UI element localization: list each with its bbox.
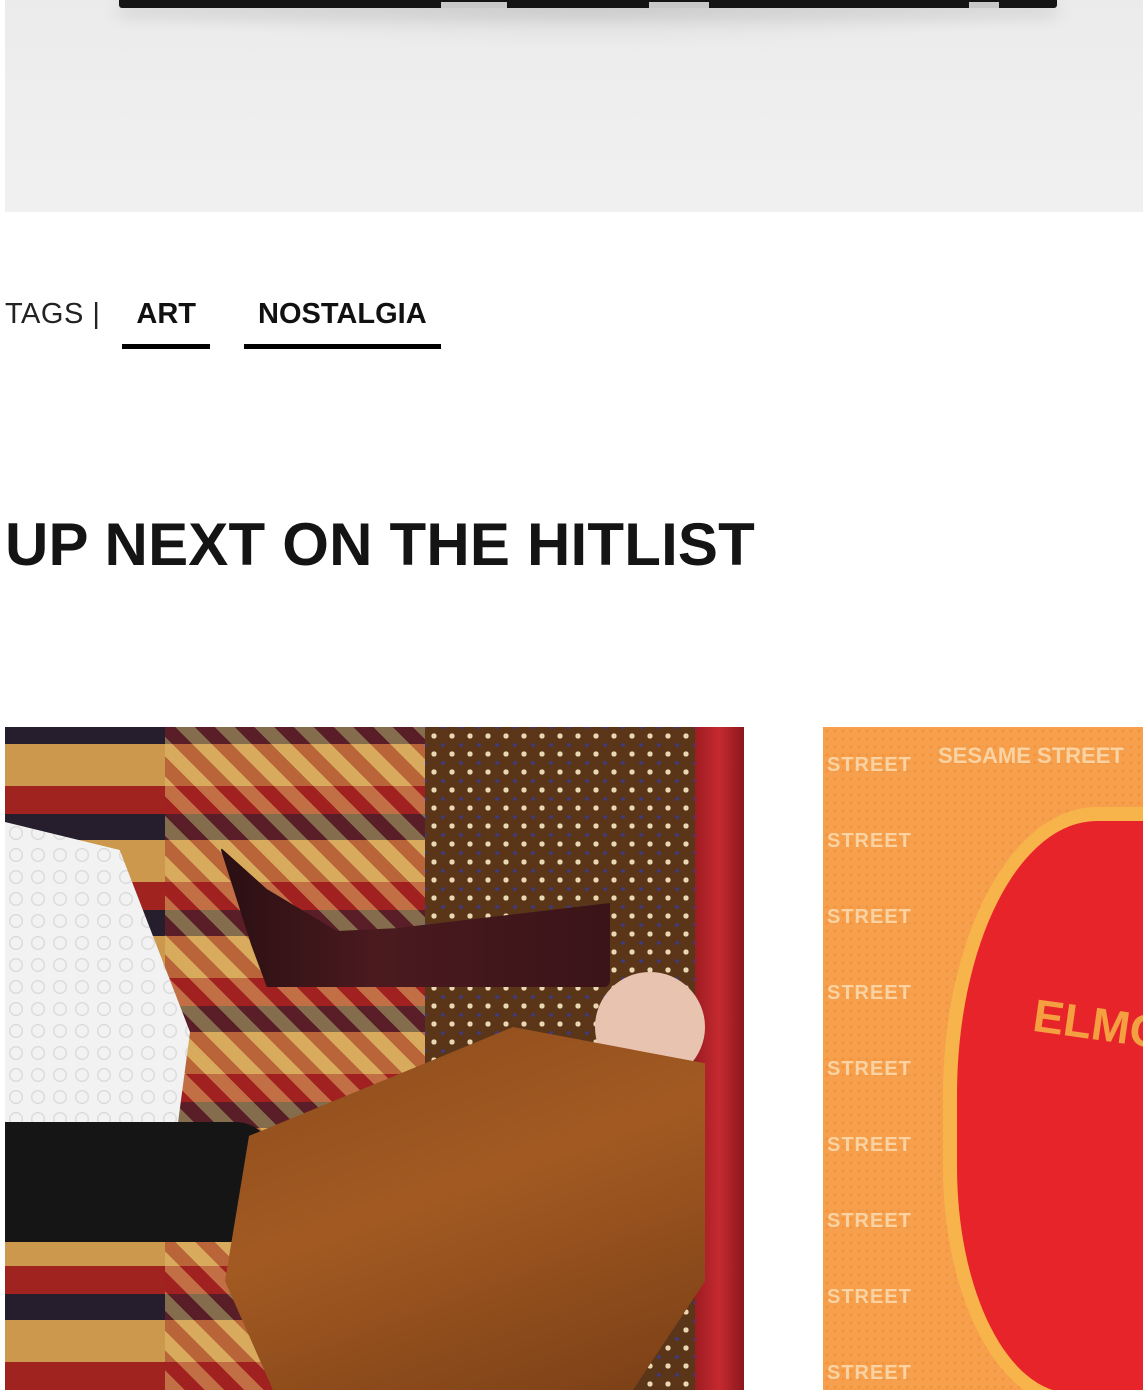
section-title: UP NEXT ON THE HITLIST bbox=[5, 511, 756, 578]
card-image-curtain bbox=[695, 727, 744, 1390]
street-text: STREET bbox=[827, 1210, 912, 1232]
hero-image bbox=[5, 0, 1143, 212]
artwork-frame bbox=[119, 0, 1057, 8]
tags-row: TAGS | ART NOSTALGIA bbox=[5, 290, 475, 350]
page: TAGS | ART NOSTALGIA UP NEXT ON THE HITL… bbox=[0, 0, 1143, 1390]
street-text: STREET bbox=[827, 1134, 912, 1156]
street-text: STREET bbox=[827, 1286, 912, 1308]
street-text: STREET bbox=[827, 906, 912, 928]
street-text: STREET bbox=[827, 754, 912, 776]
article-card-right[interactable]: STREET STREET STREET STREET STREET STREE… bbox=[823, 727, 1143, 1390]
article-card-left[interactable] bbox=[5, 727, 744, 1390]
street-text: STREET bbox=[827, 1362, 912, 1384]
tags-label: TAGS | bbox=[5, 298, 101, 330]
card-image-street-column: STREET STREET STREET STREET STREET STREE… bbox=[827, 727, 912, 1390]
sesame-street-text: SESAME STREET bbox=[938, 743, 1124, 768]
street-text: STREET bbox=[827, 1058, 912, 1080]
tag-nostalgia[interactable]: NOSTALGIA bbox=[244, 290, 441, 349]
street-text: STREET bbox=[827, 830, 912, 852]
frame-shadow bbox=[125, 8, 1055, 48]
tag-art[interactable]: ART bbox=[122, 290, 211, 349]
street-text: STREET bbox=[827, 982, 912, 1004]
